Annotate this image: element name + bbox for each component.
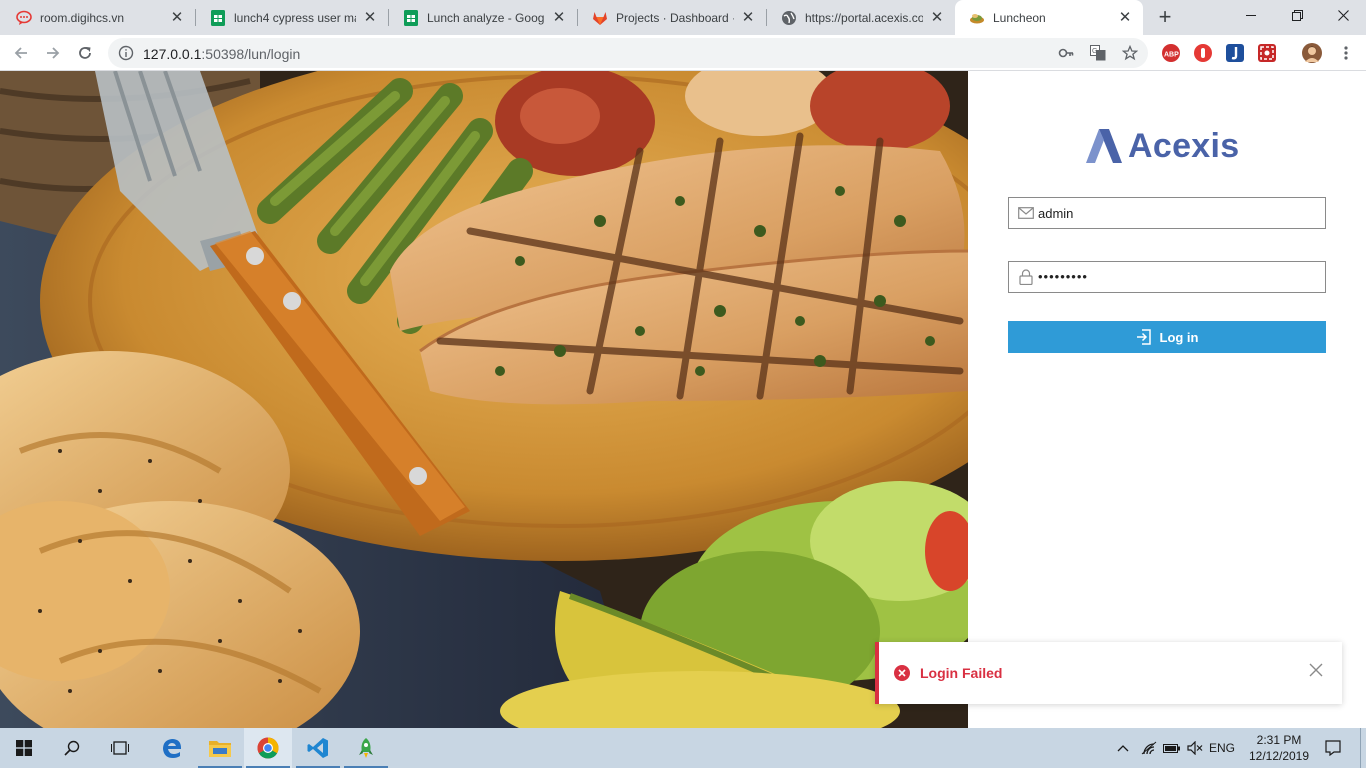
screenshot-extension-icon[interactable]	[1258, 44, 1276, 62]
tab-gitlab-projects[interactable]: Projects · Dashboard · G ✕	[578, 0, 766, 35]
close-icon[interactable]	[1308, 662, 1324, 678]
task-view-button[interactable]	[96, 728, 144, 768]
svg-text:G: G	[1092, 48, 1097, 55]
tab-portal-acexis[interactable]: https://portal.acexis.com ✕	[767, 0, 955, 35]
tab-title: Projects · Dashboard · G	[616, 10, 734, 25]
translate-icon[interactable]: G	[1090, 45, 1106, 61]
network-tray[interactable]	[1138, 728, 1160, 768]
volume-muted-icon	[1187, 741, 1203, 755]
clock-date: 12/12/2019	[1248, 749, 1310, 763]
volume-tray[interactable]	[1184, 728, 1206, 768]
tab-title: Luncheon	[993, 10, 1046, 25]
chat-bubble-icon	[16, 10, 32, 26]
error-icon	[894, 665, 910, 681]
envelope-icon	[1018, 205, 1034, 221]
show-hidden-icons[interactable]	[1112, 728, 1134, 768]
star-icon[interactable]	[1121, 44, 1139, 61]
close-icon[interactable]: ✕	[362, 9, 378, 26]
login-button-label: Log in	[1159, 329, 1199, 345]
close-icon[interactable]: ✕	[740, 9, 756, 26]
clock-time: 2:31 PM	[1256, 733, 1302, 747]
sheets-icon	[403, 9, 419, 26]
password-field[interactable]: •••••••••	[1008, 261, 1326, 293]
food-icon	[969, 10, 985, 26]
jira-extension-icon[interactable]	[1226, 44, 1244, 62]
taskbar-edge[interactable]	[148, 728, 196, 768]
menu-icon[interactable]	[1332, 39, 1360, 67]
taskbar-vscode[interactable]	[294, 728, 342, 768]
tab-title: https://portal.acexis.com	[805, 10, 923, 25]
globe-icon	[781, 10, 797, 26]
info-icon[interactable]	[118, 45, 134, 61]
clock[interactable]: 2:31 PM 12/12/2019	[1240, 732, 1318, 764]
tab-luncheon[interactable]: Luncheon ✕	[955, 0, 1143, 35]
login-panel: Acexis ••••••••• Log in	[968, 71, 1366, 728]
acexis-logo: Acexis	[1086, 126, 1239, 166]
adblock-plus-icon[interactable]: ABP	[1162, 44, 1180, 62]
browser-tab-strip: room.digihcs.vn ✕ lunch4 cypress user ma…	[0, 0, 1366, 35]
tab-title: room.digihcs.vn	[40, 10, 125, 25]
close-icon[interactable]: ✕	[169, 9, 185, 26]
url-text: 127.0.0.1:50398/lun/login	[143, 46, 300, 62]
edge-icon	[163, 739, 181, 758]
show-desktop-button[interactable]	[1360, 728, 1366, 768]
taskbar-chrome[interactable]	[244, 728, 292, 768]
back-button[interactable]	[7, 39, 35, 67]
tab-room-digihcs[interactable]: room.digihcs.vn ✕	[2, 0, 195, 35]
login-failed-toast: Login Failed	[875, 642, 1342, 704]
sheets-icon	[210, 9, 226, 26]
tab-title: lunch4 cypress user man	[234, 10, 356, 25]
tab-lunch-analyze[interactable]: Lunch analyze - Google ✕	[389, 0, 577, 35]
lock-icon	[1018, 269, 1034, 286]
start-button[interactable]	[0, 728, 48, 768]
chevron-up-icon	[1117, 745, 1129, 752]
vscode-icon	[307, 738, 328, 758]
acexis-logo-icon	[1086, 129, 1122, 163]
restore-button[interactable]	[1274, 0, 1320, 30]
ublock-icon[interactable]	[1194, 44, 1212, 62]
search-button[interactable]	[48, 728, 96, 768]
address-bar[interactable]: 127.0.0.1:50398/lun/login G	[108, 38, 1148, 68]
search-icon	[64, 740, 80, 756]
forward-button[interactable]	[39, 39, 67, 67]
folder-icon	[209, 741, 231, 757]
url-path: :50398/lun/login	[201, 46, 301, 62]
task-view-icon	[111, 741, 129, 755]
network-icon	[1141, 741, 1157, 755]
chrome-icon	[257, 737, 279, 759]
battery-tray[interactable]	[1161, 728, 1183, 768]
taskbar-rocket-app[interactable]	[342, 728, 390, 768]
brand-name: Acexis	[1128, 126, 1240, 165]
key-icon[interactable]	[1058, 45, 1074, 61]
tab-title: Lunch analyze - Google	[427, 10, 545, 25]
notification-icon	[1325, 740, 1341, 756]
close-window-button[interactable]	[1320, 0, 1366, 30]
windows-taskbar: ENG 2:31 PM 12/12/2019	[0, 728, 1366, 768]
browser-toolbar: 127.0.0.1:50398/lun/login G ABP	[0, 35, 1366, 71]
toast-message: Login Failed	[920, 665, 1003, 681]
close-icon[interactable]: ✕	[929, 9, 945, 26]
new-tab-button[interactable]: +	[1153, 5, 1177, 29]
profile-avatar[interactable]	[1302, 43, 1322, 63]
username-input[interactable]	[1038, 198, 1318, 228]
password-input[interactable]: •••••••••	[1038, 269, 1088, 284]
reload-button[interactable]	[71, 39, 99, 67]
username-field[interactable]	[1008, 197, 1326, 229]
close-icon[interactable]: ✕	[1117, 9, 1133, 26]
sign-in-icon	[1136, 329, 1151, 345]
svg-text:ABP: ABP	[1164, 52, 1179, 59]
action-center[interactable]	[1322, 728, 1344, 768]
language-indicator[interactable]: ENG	[1206, 728, 1238, 768]
minimize-button[interactable]	[1228, 0, 1274, 30]
battery-icon	[1163, 744, 1180, 753]
hero-food-image	[0, 71, 968, 728]
url-host: 127.0.0.1	[143, 46, 202, 62]
close-icon[interactable]: ✕	[551, 9, 567, 26]
login-button[interactable]: Log in	[1008, 321, 1326, 353]
gitlab-icon	[592, 10, 608, 26]
taskbar-file-explorer[interactable]	[196, 728, 244, 768]
windows-logo-icon	[16, 740, 32, 756]
tab-lunch4-cypress[interactable]: lunch4 cypress user man ✕	[196, 0, 388, 35]
rocket-icon	[359, 738, 373, 758]
